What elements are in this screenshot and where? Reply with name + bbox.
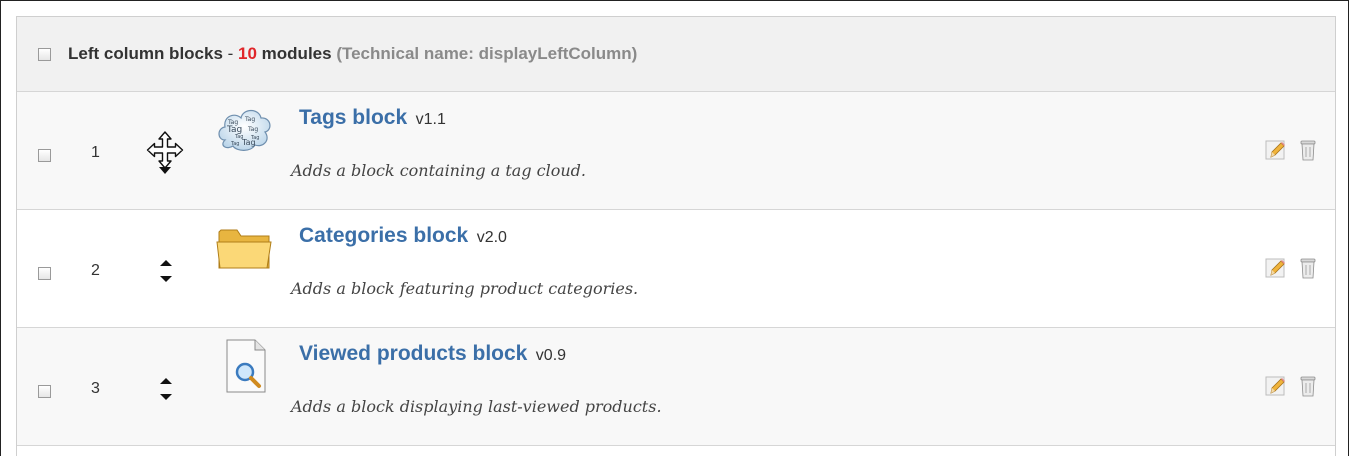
technical-name: (Technical name: displayLeftColumn) [336, 44, 638, 63]
module-title: Tags block v1.1 [299, 106, 446, 130]
move-down-arrow [160, 276, 172, 282]
delete-trash-icon[interactable] [1297, 374, 1319, 398]
module-description: Adds a block containing a tag cloud. [291, 161, 586, 180]
row-actions [1265, 138, 1319, 162]
module-name-link[interactable]: Categories block [299, 224, 468, 247]
module-title: Viewed products block v0.9 [299, 342, 566, 366]
up-down-arrows-icon[interactable] [158, 376, 174, 402]
move-up-arrow [160, 378, 172, 384]
module-count-suffix: modules [256, 44, 332, 63]
tag-cloud-icon: Tag Tag Tag Tag Tag Tag Tag Tag [218, 109, 271, 151]
module-row: 1 Tag Tag Tag Tag Tag Tag Tag Tag Tags b… [17, 92, 1335, 210]
svg-text:Tag: Tag [244, 116, 255, 123]
module-position: 3 [91, 380, 100, 397]
hook-header: Left column blocks - 10 modules (Technic… [17, 17, 1335, 92]
module-count: 10 [238, 44, 257, 63]
edit-pencil-icon[interactable] [1265, 138, 1287, 162]
hook-title-label: Left column blocks [68, 44, 223, 63]
module-version: v1.1 [415, 111, 446, 128]
module-position: 2 [91, 262, 100, 279]
move-icon[interactable] [145, 130, 185, 176]
document-search-icon [226, 339, 266, 393]
edit-pencil-icon[interactable] [1265, 256, 1287, 280]
row-actions [1265, 374, 1319, 398]
module-position: 1 [91, 144, 100, 161]
module-description: Adds a block featuring product categorie… [291, 279, 639, 298]
module-row: 3 Viewed products block v0.9 Adds a bloc… [17, 328, 1335, 446]
svg-text:Tag: Tag [241, 138, 256, 147]
module-description: Adds a block displaying last-viewed prod… [291, 397, 662, 416]
svg-text:Tag: Tag [247, 126, 258, 133]
module-name-link[interactable]: Tags block [299, 106, 407, 129]
hook-title: Left column blocks - 10 modules (Technic… [68, 44, 637, 64]
module-checkbox[interactable] [38, 149, 51, 162]
module-name-link[interactable]: Viewed products block [299, 342, 527, 365]
up-down-arrows-icon[interactable] [158, 258, 174, 284]
module-row: 2 Categories block v2.0 Adds a block fea… [17, 210, 1335, 328]
module-version: v0.9 [535, 347, 567, 364]
module-checkbox[interactable] [38, 385, 51, 398]
folder-icon [216, 229, 272, 269]
move-down-arrow [160, 394, 172, 400]
svg-text:Tag: Tag [230, 141, 239, 147]
select-all-checkbox[interactable] [38, 47, 51, 61]
move-up-arrow [160, 260, 172, 266]
hook-separator: - [222, 44, 239, 63]
module-title: Categories block v2.0 [299, 224, 507, 248]
hook-panel: Left column blocks - 10 modules (Technic… [16, 16, 1336, 456]
delete-trash-icon[interactable] [1297, 256, 1319, 280]
delete-trash-icon[interactable] [1297, 138, 1319, 162]
edit-pencil-icon[interactable] [1265, 374, 1287, 398]
module-checkbox[interactable] [38, 267, 51, 280]
module-version: v2.0 [476, 229, 507, 246]
row-actions [1265, 256, 1319, 280]
